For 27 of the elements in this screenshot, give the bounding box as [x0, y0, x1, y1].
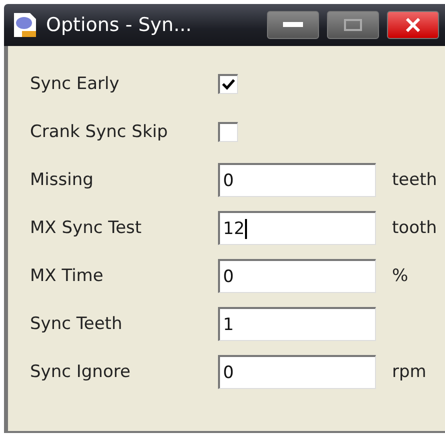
minimize-icon — [283, 22, 303, 28]
close-button[interactable] — [387, 11, 439, 39]
checkbox[interactable] — [218, 74, 238, 94]
input-field[interactable]: 1 — [218, 307, 376, 341]
field-label: Missing — [30, 170, 94, 190]
input-field[interactable]: 0 — [218, 163, 376, 197]
close-icon — [405, 18, 421, 32]
checkmark-icon — [222, 79, 235, 90]
field-label: MX Sync Test — [30, 218, 143, 238]
window-title: Options - Syn... — [46, 14, 193, 36]
field-label: Sync Teeth — [30, 314, 124, 334]
field-label: Sync Early — [30, 74, 120, 94]
input-field[interactable]: 12 — [218, 211, 376, 245]
unit-label: tooth — [391, 218, 438, 238]
field-label: Crank Sync Skip — [30, 122, 169, 142]
input-field[interactable]: 0 — [218, 259, 376, 293]
unit-label: rpm — [391, 362, 428, 382]
app-icon — [12, 11, 38, 39]
unit-label: % — [391, 266, 410, 286]
field-label: MX Time — [30, 266, 104, 286]
minimize-button[interactable] — [267, 11, 319, 39]
input-field[interactable]: 0 — [218, 355, 376, 389]
maximize-button[interactable] — [327, 11, 379, 39]
field-label: Sync Ignore — [30, 362, 132, 382]
unit-label: teeth — [391, 170, 438, 190]
checkbox[interactable] — [218, 122, 238, 142]
maximize-icon — [344, 19, 362, 31]
